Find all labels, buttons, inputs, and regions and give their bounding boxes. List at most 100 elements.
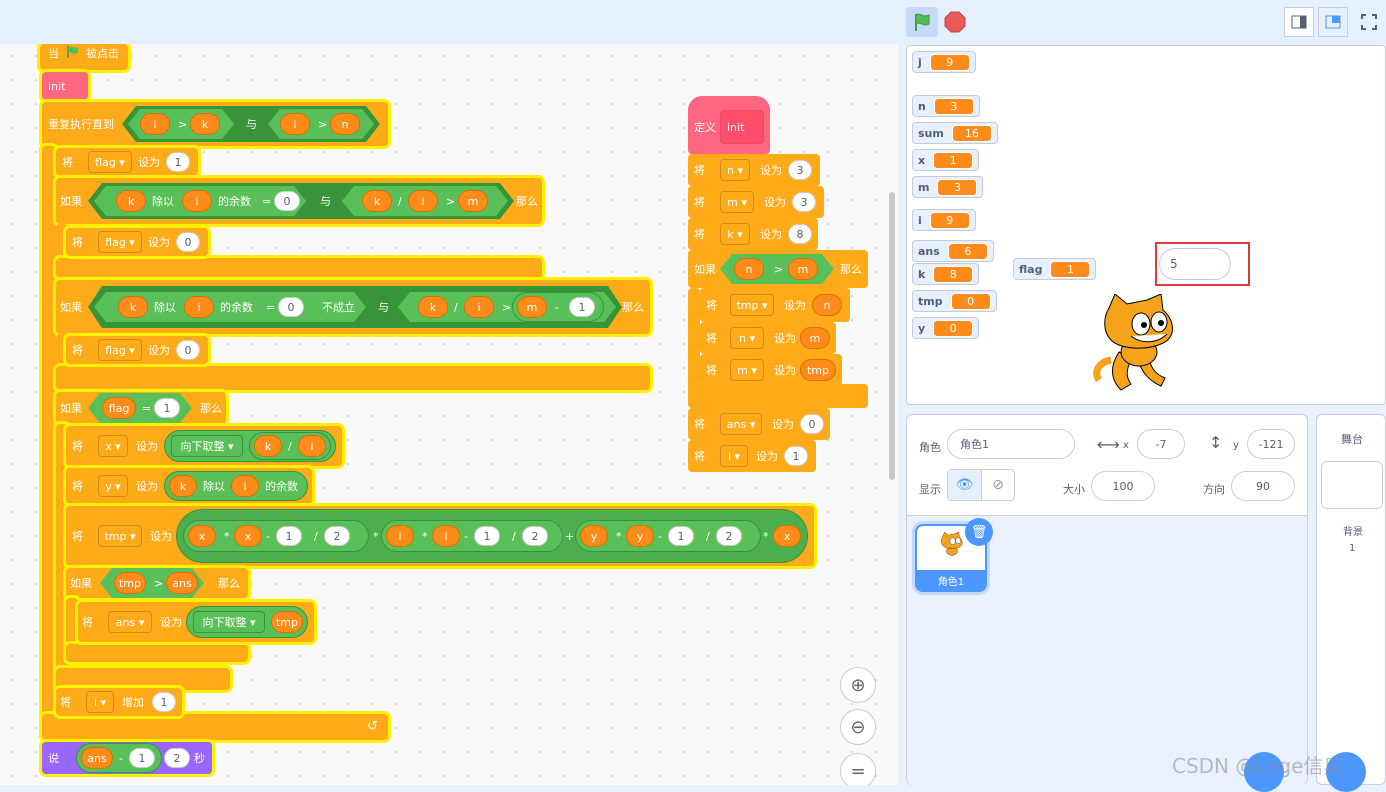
div-operator[interactable]: k / i	[249, 432, 331, 460]
var-dropdown-flag[interactable]: flag ▾	[98, 339, 142, 361]
not-condition[interactable]: k 除以 i 的余数 = 0 不成立	[94, 292, 366, 322]
tmp-gt-ans-condition[interactable]: tmp > ans	[100, 568, 204, 598]
div-gt-condition[interactable]: k / i > m	[342, 186, 508, 216]
var-dropdown-n[interactable]: n ▾	[730, 327, 764, 349]
value-input[interactable]: 0	[176, 340, 200, 360]
var-dropdown-m[interactable]: m ▾	[720, 191, 754, 213]
set-m-block[interactable]: 将 m ▾ 设为 tmp	[700, 354, 842, 386]
set-i-block[interactable]: 将 i ▾ 设为 1	[688, 440, 816, 472]
value-input[interactable]: 1	[129, 748, 155, 768]
math-op-dropdown[interactable]: 向下取整 ▾	[171, 435, 243, 457]
x-term[interactable]: x * x - 1 / 2	[183, 520, 369, 552]
hide-eye-icon[interactable]: ⊘	[980, 470, 1014, 500]
value-input[interactable]: 2	[522, 526, 548, 546]
vertical-scrollbar[interactable]	[889, 192, 895, 480]
change-i-block[interactable]: 将 i ▾ 增加 1	[56, 688, 182, 716]
code-workspace[interactable]: 当 被点击 init 重复执行直到 i > k 与 i > n ↺ 将 flag…	[0, 44, 898, 785]
seconds-input[interactable]: 2	[164, 748, 190, 768]
x-input[interactable]: -7	[1137, 429, 1185, 459]
size-input[interactable]: 100	[1091, 471, 1155, 501]
init-name-slot[interactable]: init	[720, 110, 764, 144]
var-dropdown-ans[interactable]: ans ▾	[108, 611, 152, 633]
set-x-block[interactable]: 将 x ▾ 设为 向下取整 ▾ k / i	[66, 426, 342, 466]
zoom-out-button[interactable]: ⊖	[840, 709, 876, 745]
value-input[interactable]: 1	[569, 297, 595, 317]
mod-operator[interactable]: k 除以 i 的余数	[164, 471, 308, 501]
value-input[interactable]: 8	[788, 224, 812, 244]
tmp-expression[interactable]: x * x - 1 / 2 * i * i - 1 / 2 + y * y - …	[176, 509, 808, 563]
show-eye-icon[interactable]: 👁	[948, 470, 981, 500]
define-init-block[interactable]: 定义 init	[688, 96, 770, 154]
flag-eq-condition[interactable]: flag = 1	[88, 393, 192, 423]
stage[interactable]: j9 n3 sum 16 x1 m3 i9 ans 6 k8 tmp 0 y0 fla…	[906, 45, 1386, 405]
floor-operator[interactable]: 向下取整 ▾ tmp	[186, 606, 308, 638]
set-tmp-block[interactable]: 将 tmp ▾ 设为 n	[700, 288, 850, 322]
set-m-block[interactable]: 将 m ▾ 设为 3	[688, 186, 824, 218]
say-for-secs-block[interactable]: 说 ans - 1 2 秒	[42, 742, 212, 774]
if-block-1[interactable]: 如果 k 除以 i 的余数 = 0 与 k / i > m 那么	[56, 178, 542, 224]
var-dropdown-y[interactable]: y ▾	[98, 475, 128, 497]
if-block-3[interactable]: 如果 flag = 1 那么	[56, 392, 226, 424]
if-n-gt-m-block[interactable]: 如果 n > m 那么	[688, 250, 868, 288]
stage-thumbnail[interactable]	[1321, 461, 1383, 509]
init-call-block[interactable]: init	[42, 72, 88, 100]
math-op-dropdown[interactable]: 向下取整 ▾	[193, 611, 265, 633]
n-gt-m-condition[interactable]: n > m	[720, 254, 834, 284]
when-flag-clicked-hat[interactable]: 当 被点击	[40, 44, 128, 70]
zoom-in-button[interactable]: ⊕	[840, 667, 876, 703]
minus-operator[interactable]: m - 1	[512, 292, 604, 322]
y-input[interactable]: -121	[1247, 429, 1295, 459]
if-block-2[interactable]: 如果 k 除以 i 的余数 = 0 不成立 与 k / i > m - 1 那么	[56, 280, 650, 334]
set-n-block[interactable]: 将 n ▾ 设为 m	[700, 322, 836, 354]
set-ans-block[interactable]: 将 ans ▾ 设为 0	[688, 408, 830, 440]
small-stage-button[interactable]	[1284, 7, 1314, 37]
stop-button[interactable]	[941, 8, 969, 36]
var-dropdown-tmp[interactable]: tmp ▾	[98, 525, 142, 547]
repeat-until-block[interactable]: 重复执行直到 i > k 与 i > n	[42, 102, 388, 146]
y-term[interactable]: y * y - 1 / 2	[575, 520, 761, 552]
set-k-block[interactable]: 将 k ▾ 设为 8	[688, 218, 818, 250]
delete-sprite-button[interactable]: 🗑	[965, 518, 993, 546]
value-input[interactable]: 3	[792, 192, 816, 212]
var-dropdown-x[interactable]: x ▾	[98, 435, 128, 457]
value-input[interactable]: 1	[668, 526, 694, 546]
green-flag-button[interactable]	[906, 7, 938, 37]
value-input[interactable]: 3	[788, 160, 812, 180]
var-dropdown-n[interactable]: n ▾	[720, 159, 750, 181]
value-input[interactable]: 0	[274, 191, 300, 211]
value-input[interactable]: 1	[474, 526, 500, 546]
set-flag-0-block[interactable]: 将 flag ▾ 设为 0	[66, 228, 208, 256]
minus-operator[interactable]: ans - 1	[76, 743, 162, 773]
var-dropdown-ans[interactable]: ans ▾	[720, 413, 762, 435]
mod-eq-condition[interactable]: k 除以 i 的余数 = 0	[94, 186, 306, 216]
value-input[interactable]: 1	[784, 446, 808, 466]
floor-operator[interactable]: 向下取整 ▾ k / i	[164, 430, 336, 462]
var-dropdown-m[interactable]: m ▾	[730, 359, 764, 381]
i-gt-k-condition[interactable]: i > k	[128, 109, 234, 139]
i-term[interactable]: i * i - 1 / 2	[381, 520, 563, 552]
value-input[interactable]: 2	[716, 526, 742, 546]
stage-panel[interactable]: 舞台 背景 1	[1316, 414, 1386, 785]
direction-input[interactable]: 90	[1231, 471, 1295, 501]
set-flag-0-block[interactable]: 将 flag ▾ 设为 0	[66, 336, 208, 364]
value-input[interactable]: 0	[800, 414, 824, 434]
var-dropdown-i[interactable]: i ▾	[720, 445, 748, 467]
value-input[interactable]: 1	[276, 526, 302, 546]
if-block-4[interactable]: 如果 tmp > ans 那么	[66, 568, 248, 598]
set-ans-block[interactable]: 将 ans ▾ 设为 向下取整 ▾ tmp	[78, 602, 314, 642]
normal-stage-button[interactable]	[1318, 7, 1348, 37]
sprite-name-input[interactable]: 角色1	[947, 429, 1075, 459]
i-gt-n-condition[interactable]: i > n	[268, 109, 374, 139]
value-input[interactable]: 0	[278, 297, 304, 317]
set-y-block[interactable]: 将 y ▾ 设为 k 除以 i 的余数	[66, 468, 312, 504]
set-tmp-block[interactable]: 将 tmp ▾ 设为 x * x - 1 / 2 * i * i - 1 / 2…	[66, 506, 814, 566]
fullscreen-button[interactable]	[1354, 7, 1384, 37]
value-input[interactable]: 2	[324, 526, 350, 546]
value-input[interactable]: 1	[152, 692, 176, 712]
var-dropdown-flag[interactable]: flag ▾	[98, 231, 142, 253]
visibility-toggle[interactable]: 👁 ⊘	[947, 469, 1015, 501]
value-input[interactable]: 1	[166, 152, 190, 172]
zoom-reset-button[interactable]: =	[840, 753, 876, 785]
var-dropdown-k[interactable]: k ▾	[720, 223, 750, 245]
set-flag-1-block[interactable]: 将 flag ▾ 设为 1	[56, 148, 198, 176]
